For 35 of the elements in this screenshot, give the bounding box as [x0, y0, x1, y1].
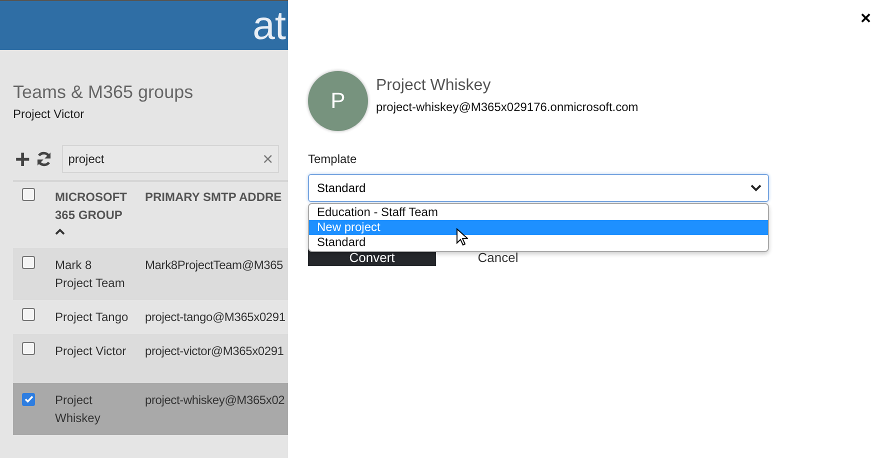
table-cell: Mark8ProjectTeam@M365: [145, 258, 284, 272]
refresh-icon[interactable]: [36, 151, 52, 167]
row-checkbox[interactable]: [22, 392, 35, 406]
sort-ascending-icon[interactable]: [55, 228, 65, 235]
chevron-down-icon: [750, 184, 762, 192]
clear-button[interactable]: ×: [262, 148, 274, 170]
row-checkbox[interactable]: [22, 308, 35, 321]
template-dropdown[interactable]: Standard: [308, 174, 769, 202]
dropdown-option[interactable]: Education - Staff Team: [309, 205, 768, 220]
row-checkbox[interactable]: [22, 342, 35, 355]
table-cell: project-tango@M365x0291: [145, 310, 286, 324]
row-checkbox[interactable]: [22, 256, 35, 269]
close-button[interactable]: ×: [860, 8, 871, 29]
table-row[interactable]: Mark 8 Project Team Mark8ProjectTeam@M365: [13, 248, 288, 300]
table-row[interactable]: Project Victor project-victor@M365x0291: [13, 334, 288, 383]
template-label: Template: [308, 152, 358, 166]
page-title: Teams & M365 groups: [13, 82, 194, 103]
avatar: P: [308, 71, 368, 131]
search-field[interactable]: project ×: [62, 145, 280, 173]
table-cell-text: Project Whiskey: [55, 392, 102, 427]
select-all-checkbox[interactable]: [22, 188, 35, 201]
table-cell-text: Mark 8 Project Team: [55, 257, 126, 292]
logo: at: [252, 6, 286, 46]
cursor-icon: [456, 228, 468, 246]
table-cell-text: Project Tango: [55, 309, 130, 326]
group-email: project-whiskey@M365x029176.onmicrosoft.com: [376, 100, 638, 114]
add-button[interactable]: +: [13, 149, 32, 169]
column-header[interactable]: PRIMARY SMTP ADDRE: [145, 188, 288, 206]
column-header[interactable]: MICROSOFT 365 GROUP: [55, 188, 135, 224]
table-cell-text: Project Victor: [55, 343, 128, 360]
table-cell: project-whiskey@M365x02: [145, 393, 285, 407]
page-subtitle: Project Victor: [13, 107, 86, 121]
table-cell: project-victor@M365x0291: [145, 344, 284, 358]
group-name: Project Whiskey: [376, 77, 492, 95]
table-row[interactable]: Project Whiskey project-whiskey@M365x02: [13, 383, 288, 435]
